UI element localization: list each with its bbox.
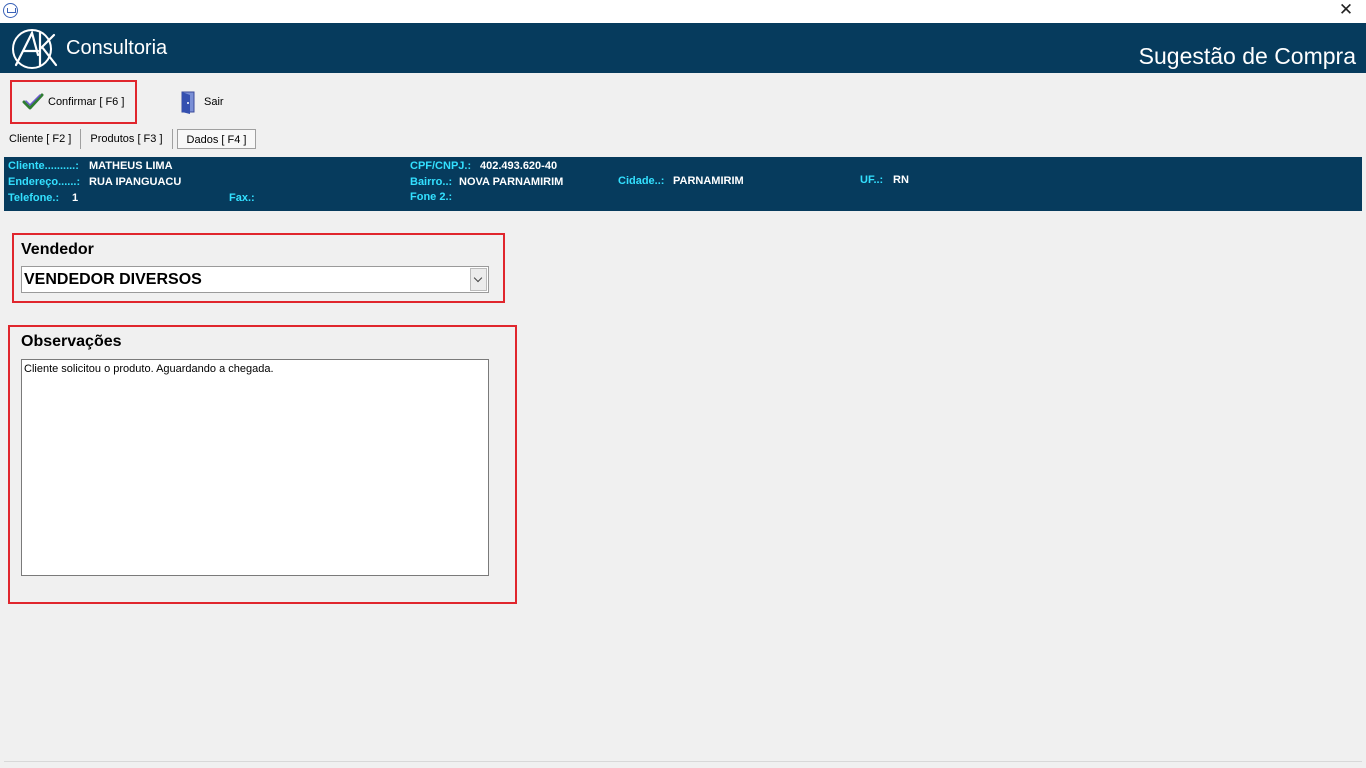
app-header: Consultoria Sugestão de Compra: [0, 23, 1366, 73]
endereco-label: Endereço......:: [8, 176, 81, 188]
afk-logo-icon: [12, 29, 58, 69]
brand-name: Consultoria: [66, 37, 168, 59]
observacoes-textarea[interactable]: Cliente solicitou o produto. Aguardando …: [21, 359, 489, 576]
cart-icon: [3, 3, 18, 18]
exit-label: Sair: [204, 96, 224, 108]
page-title: Sugestão de Compra: [1138, 43, 1356, 69]
chevron-down-icon[interactable]: [470, 268, 487, 291]
vendedor-select[interactable]: VENDEDOR DIVERSOS: [21, 266, 489, 293]
cliente-label: Cliente..........:: [8, 160, 79, 172]
bairro-value: NOVA PARNAMIRIM: [459, 176, 564, 188]
toolbar: Confirmar [ F6 ] Sair: [0, 77, 1366, 124]
checkmark-icon: [22, 93, 44, 110]
tab-strip: Cliente [ F2 ] Produtos [ F3 ] Dados [ F…: [0, 129, 257, 151]
fax-label: Fax.:: [229, 192, 255, 204]
observacoes-label: Observações: [21, 333, 122, 350]
uf-value: RN: [893, 174, 909, 186]
endereco-value: RUA IPANGUACU: [89, 176, 182, 188]
tab-dados[interactable]: Dados [ F4 ]: [176, 129, 257, 149]
exit-button[interactable]: Sair: [178, 90, 224, 114]
cliente-value: MATHEUS LIMA: [89, 160, 173, 172]
telefone-label: Telefone.:: [8, 192, 60, 204]
vendedor-label: Vendedor: [21, 241, 94, 258]
cidade-label: Cidade..:: [618, 175, 665, 187]
client-info-bar: Cliente..........: MATHEUS LIMA CPF/CNPJ…: [4, 157, 1362, 211]
tab-cliente[interactable]: Cliente [ F2 ]: [0, 129, 82, 149]
fone2-label: Fone 2.:: [410, 191, 453, 203]
cpf-label: CPF/CNPJ.:: [410, 160, 472, 172]
telefone-value: 1: [72, 192, 79, 204]
confirm-label: Confirmar [ F6 ]: [48, 96, 125, 108]
tab-produtos[interactable]: Produtos [ F3 ]: [81, 129, 173, 149]
cidade-value: PARNAMIRIM: [673, 175, 744, 187]
window-titlebar: ✕: [0, 0, 1366, 23]
cpf-value: 402.493.620-40: [480, 160, 558, 172]
close-button[interactable]: ✕: [1338, 2, 1354, 19]
uf-label: UF..:: [860, 174, 884, 186]
bairro-label: Bairro..:: [410, 176, 453, 188]
confirm-button[interactable]: Confirmar [ F6 ]: [10, 80, 137, 124]
door-exit-icon: [181, 91, 195, 114]
vendedor-selected-value: VENDEDOR DIVERSOS: [24, 271, 202, 288]
